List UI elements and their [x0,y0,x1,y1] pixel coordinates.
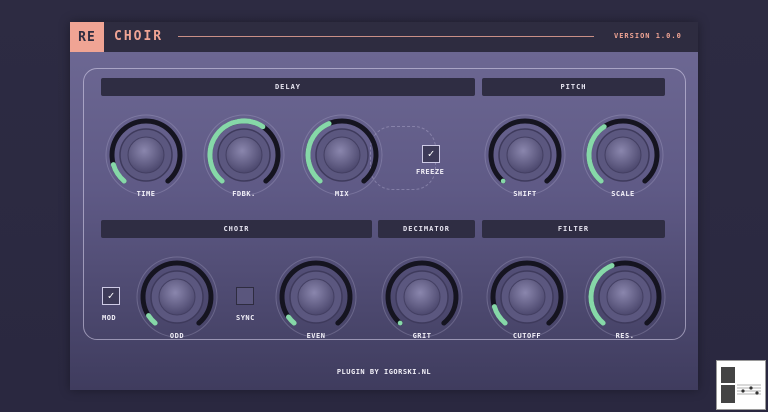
knob-value-dot [500,178,506,184]
freeze-label: FREEZE [416,168,445,176]
section-filter: FILTER [482,220,665,238]
title-divider [178,36,594,37]
knob-graphic [203,114,285,196]
time-knob[interactable] [101,110,191,200]
knob-cap [127,136,165,174]
knob-graphic [381,256,463,338]
odd-label: ODD [169,332,185,340]
knob-graphic [484,114,566,196]
mod-checkbox[interactable]: ✓ [102,287,120,305]
scale-label: SCALE [611,190,635,198]
cutoff-label: CUTOFF [512,332,542,340]
knob-graphic [136,256,218,338]
time-label: TIME [136,190,156,198]
knob-value-dot [397,320,403,326]
knob-graphic [275,256,357,338]
sync-checkbox[interactable] [236,287,254,305]
knob-cap [606,278,644,316]
knob-value-arc [285,314,297,326]
logo: RE [70,22,104,52]
plugin-window: RE CHOIR VERSION 1.0.0 DELAY PITCH CHOIR… [70,22,698,390]
plugin-title: CHOIR [114,29,164,44]
knob-cap [323,136,361,174]
section-choir: CHOIR [101,220,372,238]
grit-knob[interactable] [377,252,467,342]
knob-cap [604,136,642,174]
knob-cap [506,136,544,174]
music-society-watermark [716,360,766,410]
resonance-knob[interactable] [580,252,670,342]
knob-graphic [486,256,568,338]
knob-value-arc [146,313,158,326]
cutoff-knob[interactable] [482,252,572,342]
mix-label: MIX [334,190,350,198]
knob-cap [297,278,335,316]
mix-knob[interactable] [297,110,387,200]
knob-cap [403,278,441,316]
scale-knob[interactable] [578,110,668,200]
title-bar: RE CHOIR VERSION 1.0.0 [70,22,698,52]
sync-label: SYNC [236,314,255,322]
section-pitch: PITCH [482,78,665,96]
version-label: VERSION 1.0.0 [614,32,682,40]
resonance-label: RES. [615,332,635,340]
feedback-knob[interactable] [199,110,289,200]
knob-graphic [582,114,664,196]
knob-graphic [584,256,666,338]
knob-graphic [301,114,383,196]
section-decimator: DECIMATOR [378,220,475,238]
footer-credit: PLUGIN BY IGORSKI.NL [336,368,432,376]
grit-label: GRIT [412,332,432,340]
even-label: EVEN [306,332,326,340]
mod-label: MOD [102,314,117,322]
knob-cap [508,278,546,316]
odd-knob[interactable] [132,252,222,342]
feedback-label: FDBK. [232,190,256,198]
freeze-checkbox[interactable]: ✓ [422,145,440,163]
knob-cap [225,136,263,174]
shift-knob[interactable] [480,110,570,200]
knob-graphic [105,114,187,196]
section-delay: DELAY [101,78,475,96]
knob-cap [158,278,196,316]
even-knob[interactable] [271,252,361,342]
shift-label: SHIFT [513,190,537,198]
